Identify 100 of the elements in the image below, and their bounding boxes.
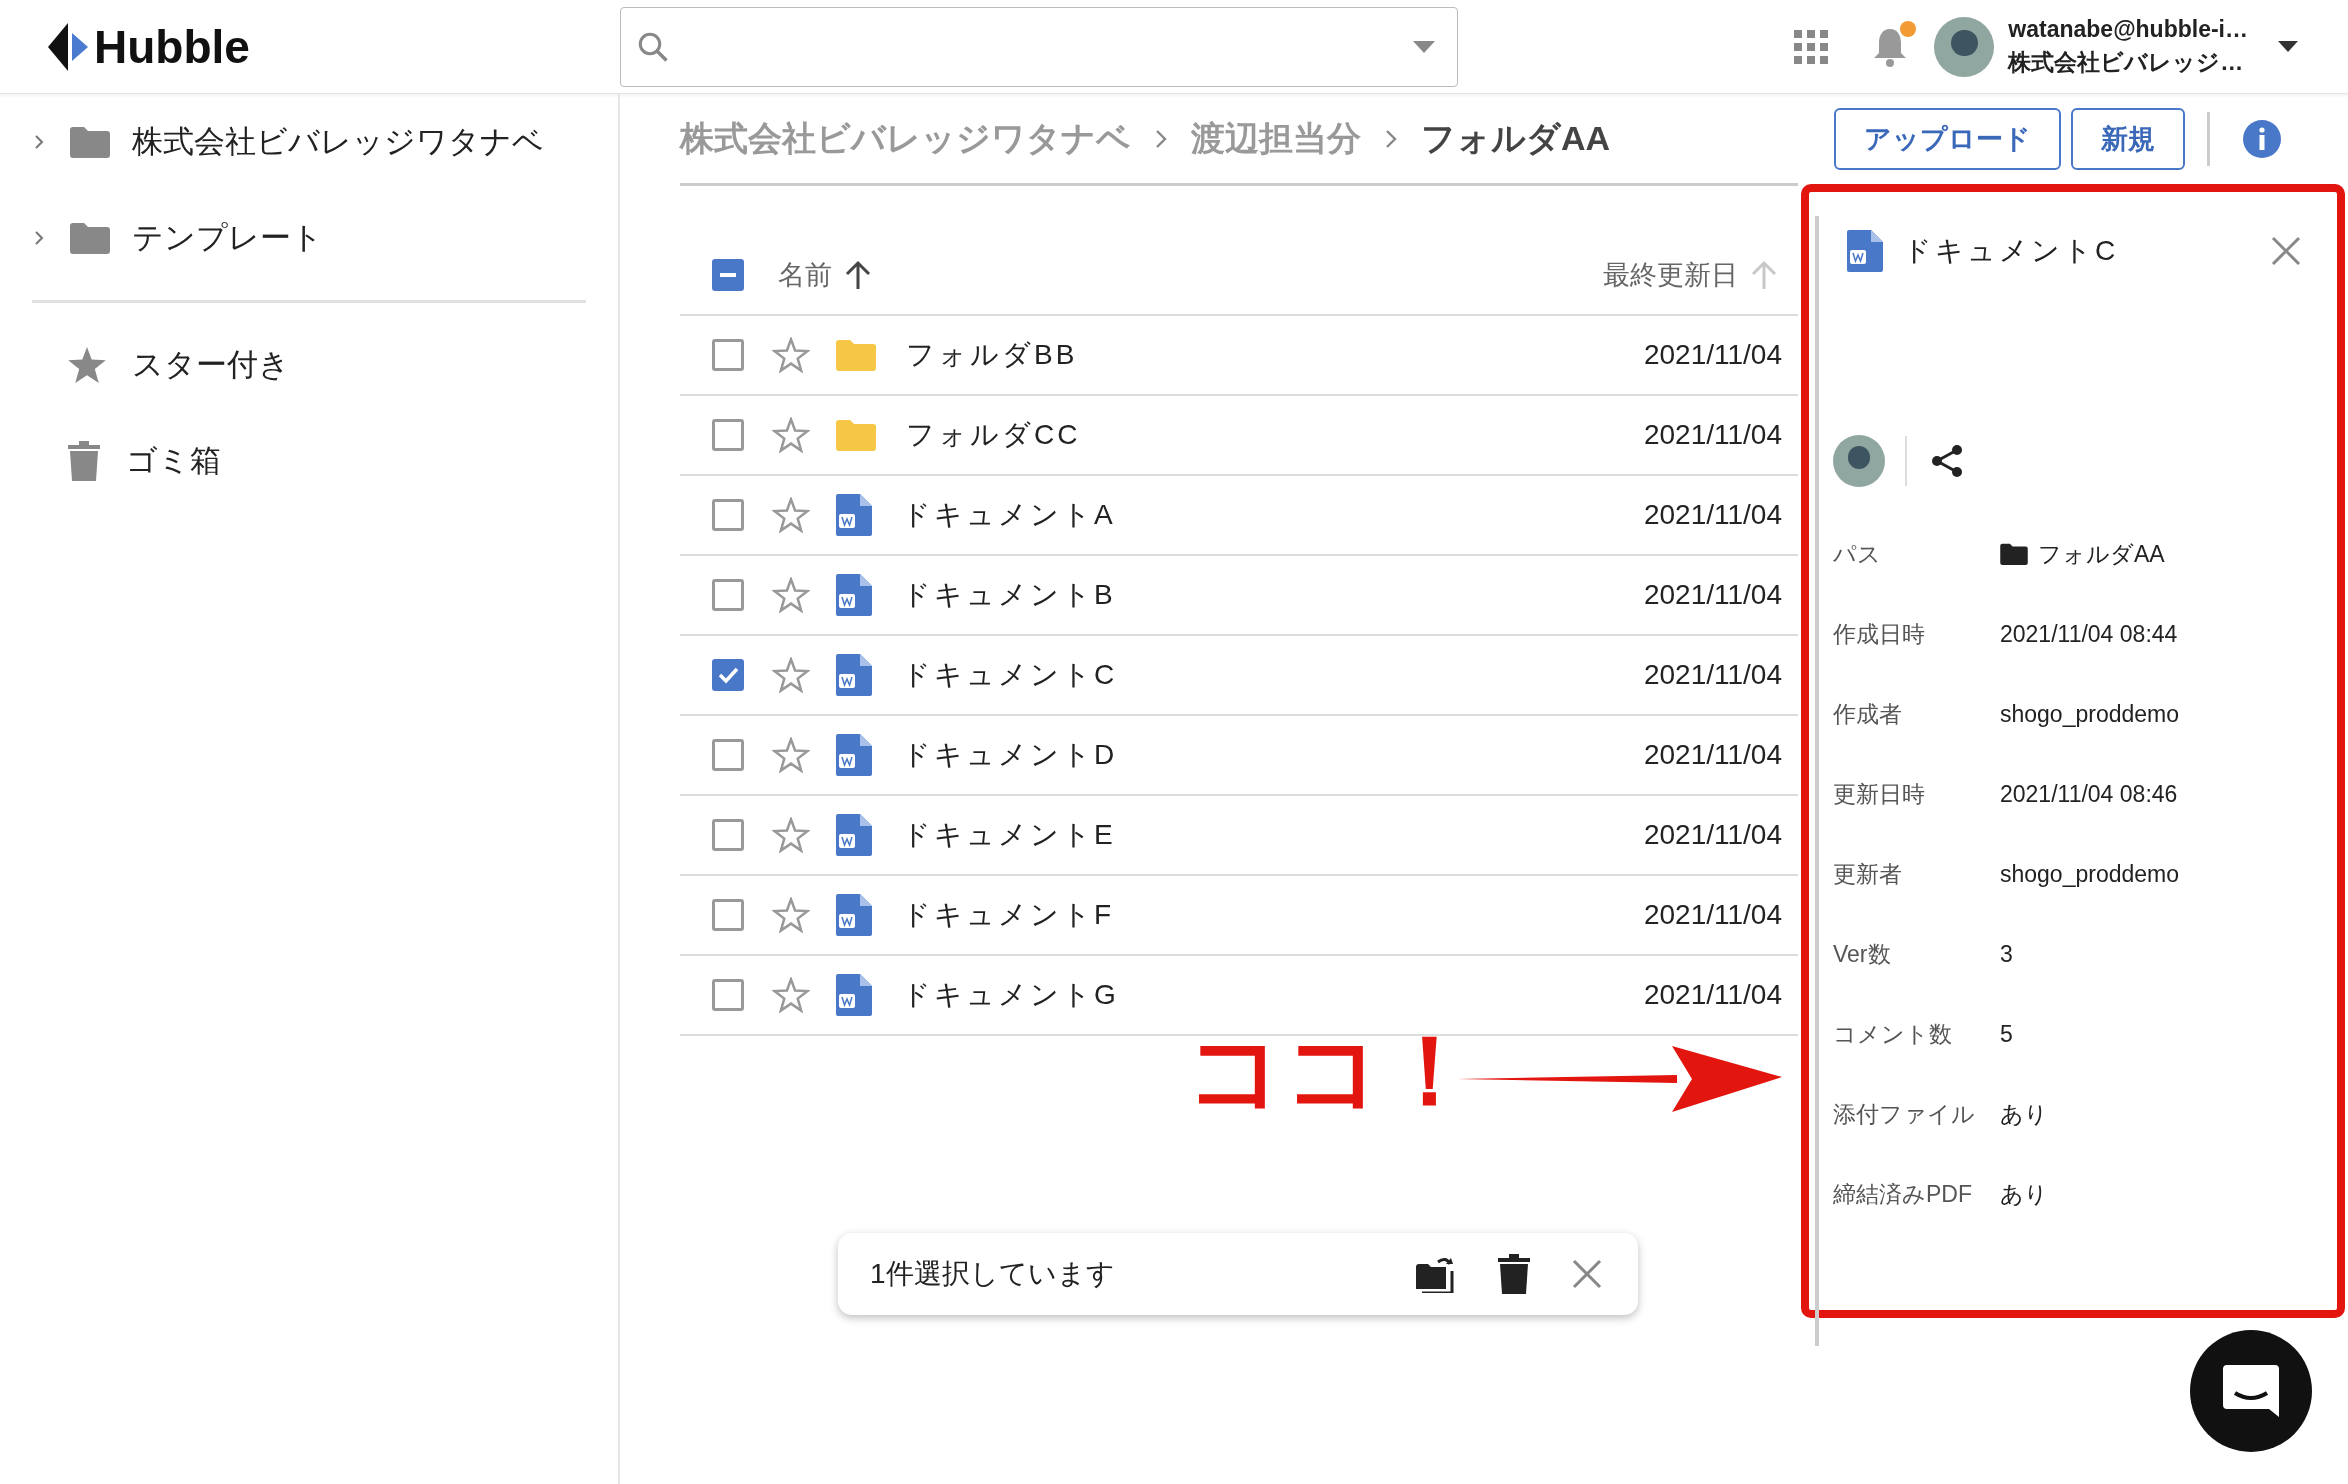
field-label: Ver数	[1833, 939, 1892, 969]
field-label: 更新者	[1833, 859, 1903, 889]
modified-date: 2021/11/04	[1643, 579, 1782, 611]
apps-grid-icon[interactable]	[1794, 29, 1829, 64]
row-checkbox[interactable]	[712, 339, 744, 371]
field-value: shogo_proddemo	[2000, 700, 2180, 728]
row-checkbox[interactable]	[712, 499, 744, 531]
file-name: ドキュメントF	[902, 898, 1115, 932]
field-label: 作成日時	[1833, 619, 1926, 649]
breadcrumb-link[interactable]: フォルダAA	[1421, 115, 1611, 162]
sidebar-item[interactable]: スター付き	[0, 317, 618, 413]
folder-icon	[836, 339, 876, 371]
user-email: watanabe@hubble-i…	[2008, 15, 2248, 43]
file-row[interactable]: ドキュメントE 2021/11/04	[680, 796, 1798, 876]
modified-date: 2021/11/04	[1643, 499, 1782, 531]
star-icon[interactable]	[772, 817, 810, 853]
file-name: ドキュメントB	[902, 578, 1116, 612]
logo-text: Hubble	[94, 19, 250, 74]
field-value: あり	[2000, 1099, 2048, 1129]
close-icon[interactable]	[2271, 236, 2301, 266]
modified-date: 2021/11/04	[1643, 419, 1782, 451]
field-value: 5	[2000, 1020, 2013, 1048]
star-icon[interactable]	[772, 497, 810, 533]
star-icon[interactable]	[772, 577, 810, 613]
sidebar-folder-item[interactable]: 株式会社ビバレッジワタナベ	[0, 94, 618, 190]
folder-icon	[2000, 543, 2028, 565]
caret-icon	[1413, 40, 1435, 53]
document-icon	[836, 974, 872, 1016]
field-value: あり	[2000, 1179, 2048, 1209]
close-icon[interactable]	[1572, 1259, 1602, 1289]
info-icon[interactable]	[2242, 119, 2282, 159]
row-checkbox[interactable]	[712, 899, 744, 931]
folder-icon	[70, 126, 110, 158]
row-checkbox[interactable]	[712, 979, 744, 1011]
field-label: コメント数	[1833, 1019, 1953, 1049]
trash-icon[interactable]	[1498, 1254, 1530, 1294]
star-icon[interactable]	[772, 337, 810, 373]
sort-arrow-icon[interactable]	[844, 260, 872, 290]
file-name: ドキュメントE	[902, 818, 1116, 852]
search-field[interactable]	[620, 6, 1458, 87]
star-icon[interactable]	[772, 977, 810, 1013]
select-all-checkbox[interactable]	[712, 259, 744, 291]
field-label: 更新日時	[1833, 779, 1926, 809]
column-header[interactable]: 名前	[778, 257, 832, 293]
star-icon[interactable]	[772, 737, 810, 773]
file-name: フォルダCC	[906, 418, 1081, 452]
file-row[interactable]: ドキュメントD 2021/11/04	[680, 716, 1798, 796]
toolbar-button[interactable]: アップロード	[1834, 108, 2061, 170]
row-checkbox[interactable]	[712, 659, 744, 691]
document-icon	[836, 894, 872, 936]
file-row[interactable]: フォルダCC 2021/11/04	[680, 396, 1798, 476]
field-label: 添付ファイル	[1833, 1099, 1976, 1129]
caret-icon[interactable]	[2278, 41, 2298, 52]
chat-icon	[2221, 1363, 2281, 1419]
file-row[interactable]: ドキュメントF 2021/11/04	[680, 876, 1798, 956]
trash-icon	[68, 441, 100, 481]
modified-date: 2021/11/04	[1643, 739, 1782, 771]
modified-date: 2021/11/04	[1643, 899, 1782, 931]
star-icon[interactable]	[772, 657, 810, 693]
document-icon	[1847, 230, 1883, 272]
row-checkbox[interactable]	[712, 819, 744, 851]
folder-icon	[836, 419, 876, 451]
file-row[interactable]: ドキュメントA 2021/11/04	[680, 476, 1798, 556]
star-icon[interactable]	[772, 897, 810, 933]
modified-date: 2021/11/04	[1643, 339, 1782, 371]
row-checkbox[interactable]	[712, 739, 744, 771]
file-row[interactable]: ドキュメントC 2021/11/04	[680, 636, 1798, 716]
document-icon	[836, 494, 872, 536]
sidebar-folder-item[interactable]: テンプレート	[0, 190, 618, 286]
field-value: 3	[2000, 940, 2013, 968]
row-checkbox[interactable]	[712, 419, 744, 451]
file-name: ドキュメントA	[902, 498, 1116, 532]
logo-icon	[48, 22, 90, 71]
file-name: ドキュメントG	[902, 978, 1119, 1012]
field-value: 2021/11/04 08:46	[2000, 780, 2178, 808]
toolbar-button[interactable]: 新規	[2071, 108, 2185, 170]
field-value: shogo_proddemo	[2000, 860, 2180, 888]
owner-avatar	[1833, 435, 1885, 487]
file-row[interactable]: ドキュメントG 2021/11/04	[680, 956, 1798, 1036]
field-label: 作成者	[1833, 699, 1903, 729]
user-company: 株式会社ビバレッジ…	[2008, 47, 2245, 77]
file-row[interactable]: ドキュメントB 2021/11/04	[680, 556, 1798, 636]
column-header[interactable]: 最終更新日	[1603, 257, 1738, 293]
file-name: ドキュメントD	[902, 738, 1118, 772]
modified-date: 2021/11/04	[1643, 659, 1782, 691]
row-checkbox[interactable]	[712, 579, 744, 611]
folder-icon	[70, 222, 110, 254]
file-name: フォルダBB	[906, 338, 1078, 372]
star-icon[interactable]	[772, 417, 810, 453]
sidebar-item[interactable]: ゴミ箱	[0, 413, 618, 509]
field-value: フォルダAA	[2038, 539, 2165, 569]
document-icon	[836, 574, 872, 616]
document-icon	[836, 734, 872, 776]
modified-date: 2021/11/04	[1643, 979, 1782, 1011]
file-row[interactable]: フォルダBB 2021/11/04	[680, 316, 1798, 396]
field-label: パス	[1833, 539, 1882, 569]
field-value: 2021/11/04 08:44	[2000, 620, 2178, 648]
move-folder-icon[interactable]	[1416, 1255, 1456, 1293]
document-icon	[836, 654, 872, 696]
panel-title: ドキュメントC	[1903, 234, 2119, 268]
